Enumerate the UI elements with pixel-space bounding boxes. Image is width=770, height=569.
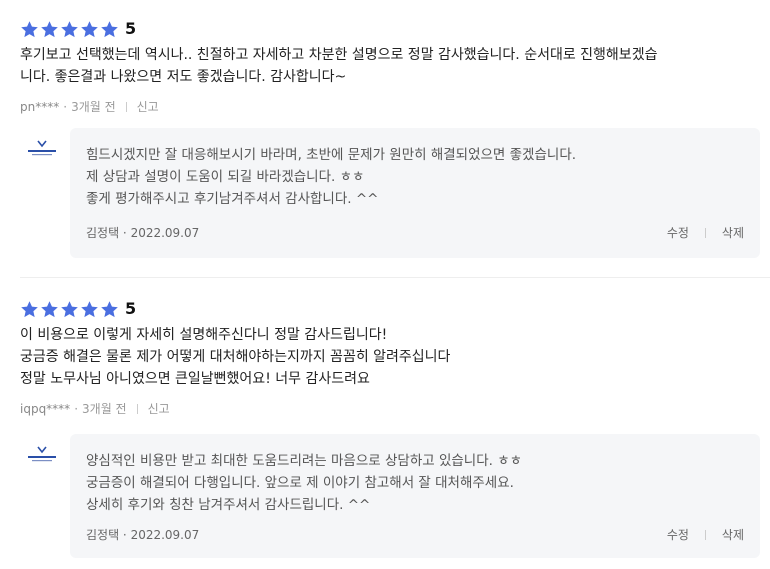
reply-text-line: 궁금증이 해결되어 다행입니다. 앞으로 제 이야기 참고해서 잘 대처해주세요… bbox=[86, 475, 514, 491]
reply-text-line: 제 상담과 설명이 도움이 되길 바라겠습니다. ㅎㅎ bbox=[86, 169, 365, 185]
divider bbox=[704, 529, 706, 540]
divider bbox=[136, 403, 138, 414]
labor-attorney-logo-icon bbox=[24, 138, 60, 162]
star-icon bbox=[80, 300, 99, 319]
review-text-line: 니다. 좋은결과 나왔으면 저도 좋겠습니다. 감사합니다~ bbox=[20, 69, 347, 85]
review-meta: iqpq**** · 3개월 전 신고 bbox=[20, 400, 170, 417]
stars bbox=[20, 300, 119, 319]
meta-dot: · bbox=[74, 401, 79, 416]
rating-score: 5 bbox=[125, 299, 137, 318]
reply-actions: 수정 삭제 bbox=[667, 224, 744, 241]
review-text-line: 정말 노무사님 아니였으면 큰일날뻔했어요! 너무 감사드려요 bbox=[20, 371, 370, 387]
reviewer-name: pn**** bbox=[20, 99, 60, 114]
divider bbox=[704, 227, 706, 238]
reply-box: 양심적인 비용만 받고 최대한 도움드리려는 마음으로 상담하고 있습니다. ㅎ… bbox=[70, 434, 760, 558]
star-icon bbox=[60, 300, 79, 319]
owner-reply: 힘드시겠지만 잘 대응해보시기 바라며, 초반에 문제가 원만히 해결되었으면 … bbox=[18, 128, 760, 258]
delete-button[interactable]: 삭제 bbox=[722, 224, 744, 241]
edit-button[interactable]: 수정 bbox=[667, 224, 689, 241]
rating-score: 5 bbox=[125, 19, 137, 38]
reply-text: 힘드시겠지만 잘 대응해보시기 바라며, 초반에 문제가 원만히 해결되었으면 … bbox=[86, 144, 576, 210]
star-icon bbox=[60, 20, 79, 39]
star-icon bbox=[40, 300, 59, 319]
review-text: 이 비용으로 이렇게 자세히 설명해주신다니 정말 감사드립니다! 궁금증 해결… bbox=[20, 324, 760, 390]
stars bbox=[20, 20, 119, 39]
review-text-line: 후기보고 선택했는데 역시나.. 친절하고 자세하고 차분한 설명으로 정말 감… bbox=[20, 47, 658, 63]
review-time: 3개월 전 bbox=[71, 100, 116, 114]
star-icon bbox=[80, 20, 99, 39]
reply-text-line: 상세히 후기와 칭찬 남겨주셔서 감사드립니다. ^^ bbox=[86, 497, 371, 513]
star-icon bbox=[40, 20, 59, 39]
review-text-line: 궁금증 해결은 물론 제가 어떻게 대처해야하는지까지 꼼꼼히 알려주십니다 bbox=[20, 349, 451, 365]
review-meta: pn**** · 3개월 전 신고 bbox=[20, 98, 159, 115]
labor-attorney-logo-icon bbox=[24, 444, 60, 468]
report-link[interactable]: 신고 bbox=[137, 98, 159, 115]
meta-dot: · bbox=[63, 99, 68, 114]
review-divider bbox=[20, 277, 770, 278]
review-text-line: 이 비용으로 이렇게 자세히 설명해주신다니 정말 감사드립니다! bbox=[20, 327, 388, 343]
reply-author-date: 김정택 · 2022.09.07 bbox=[86, 528, 200, 542]
reply-actions: 수정 삭제 bbox=[667, 526, 744, 543]
star-icon bbox=[20, 300, 39, 319]
reply-text-line: 양심적인 비용만 받고 최대한 도움드리려는 마음으로 상담하고 있습니다. ㅎ… bbox=[86, 453, 523, 469]
star-icon bbox=[20, 20, 39, 39]
reviewer-name: iqpq**** bbox=[20, 401, 71, 416]
divider bbox=[125, 101, 127, 112]
star-rating: 5 bbox=[20, 18, 136, 40]
reply-text-line: 좋게 평가해주시고 후기남겨주셔서 감사합니다. ^^ bbox=[86, 191, 379, 207]
delete-button[interactable]: 삭제 bbox=[722, 526, 744, 543]
edit-button[interactable]: 수정 bbox=[667, 526, 689, 543]
reply-author-date: 김정택 · 2022.09.07 bbox=[86, 226, 200, 240]
review-time: 3개월 전 bbox=[82, 402, 127, 416]
star-icon bbox=[100, 300, 119, 319]
star-rating: 5 bbox=[20, 298, 136, 320]
report-link[interactable]: 신고 bbox=[148, 400, 170, 417]
owner-reply: 양심적인 비용만 받고 최대한 도움드리려는 마음으로 상담하고 있습니다. ㅎ… bbox=[18, 434, 760, 558]
reply-text: 양심적인 비용만 받고 최대한 도움드리려는 마음으로 상담하고 있습니다. ㅎ… bbox=[86, 450, 522, 516]
star-icon bbox=[100, 20, 119, 39]
review-text: 후기보고 선택했는데 역시나.. 친절하고 자세하고 차분한 설명으로 정말 감… bbox=[20, 44, 760, 88]
reply-text-line: 힘드시겠지만 잘 대응해보시기 바라며, 초반에 문제가 원만히 해결되었으면 … bbox=[86, 147, 577, 163]
reply-box: 힘드시겠지만 잘 대응해보시기 바라며, 초반에 문제가 원만히 해결되었으면 … bbox=[70, 128, 760, 258]
